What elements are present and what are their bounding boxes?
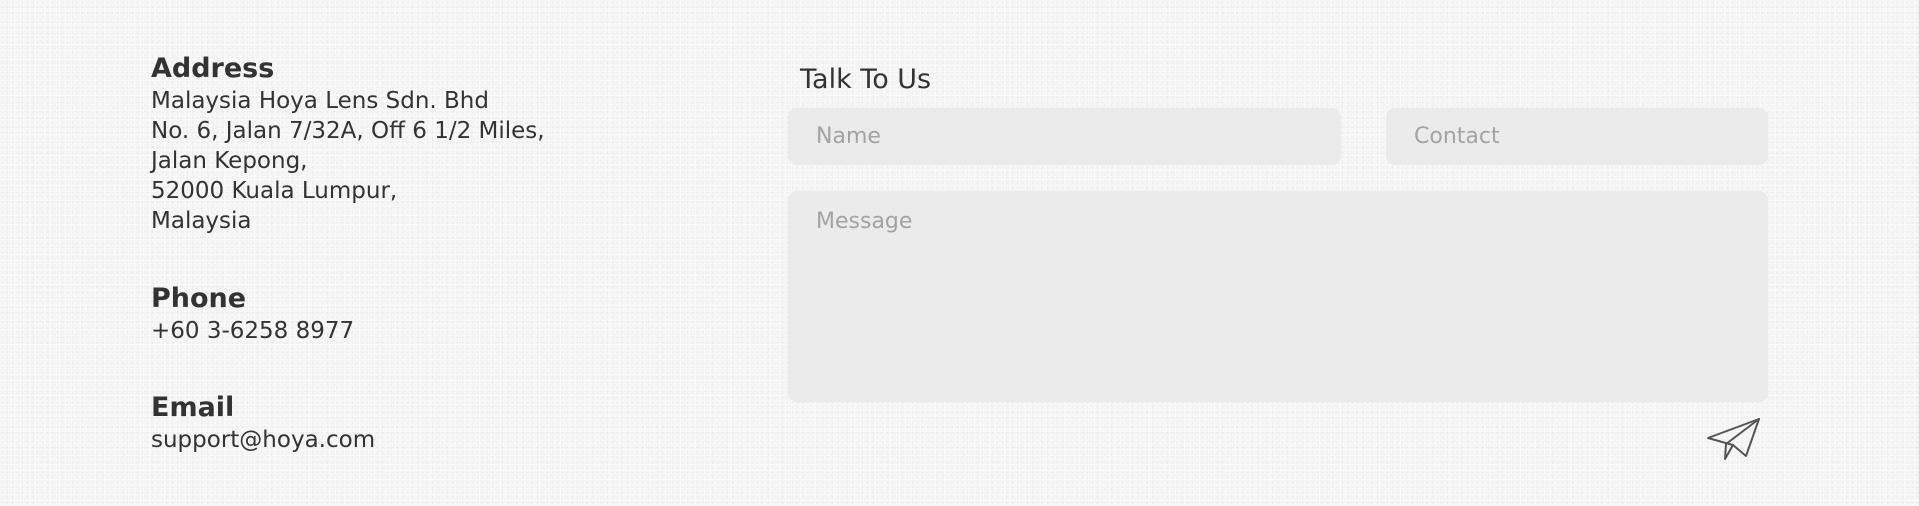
email-address: support@hoya.com [151, 427, 376, 453]
phone-number: +60 3-6258 8977 [151, 318, 355, 344]
phone-section: Phone +60 3-6258 8977 [151, 282, 354, 346]
contact-input[interactable] [1386, 108, 1768, 165]
email-heading: Email [151, 392, 235, 423]
send-button[interactable] [1706, 416, 1762, 462]
address-heading: Address [151, 53, 275, 84]
phone-heading: Phone [151, 283, 247, 314]
form-title: Talk To Us [800, 64, 932, 95]
address-line: 52000 Kuala Lumpur, [151, 178, 398, 204]
address-line: Malaysia [151, 208, 252, 234]
contact-info: Address Malaysia Hoya Lens Sdn. Bhd No. … [151, 52, 751, 453]
address-line: Malaysia Hoya Lens Sdn. Bhd [151, 88, 489, 114]
email-section: Email support@hoya.com [151, 391, 375, 455]
address-section: Address Malaysia Hoya Lens Sdn. Bhd No. … [151, 52, 751, 236]
contact-form: Talk To Us [788, 62, 1768, 472]
name-input[interactable] [788, 108, 1341, 165]
address-line: No. 6, Jalan 7/32A, Off 6 1/2 Miles, [151, 118, 545, 144]
message-textarea[interactable] [788, 191, 1768, 402]
paper-plane-icon [1706, 416, 1762, 462]
address-line: Jalan Kepong, [151, 148, 308, 174]
